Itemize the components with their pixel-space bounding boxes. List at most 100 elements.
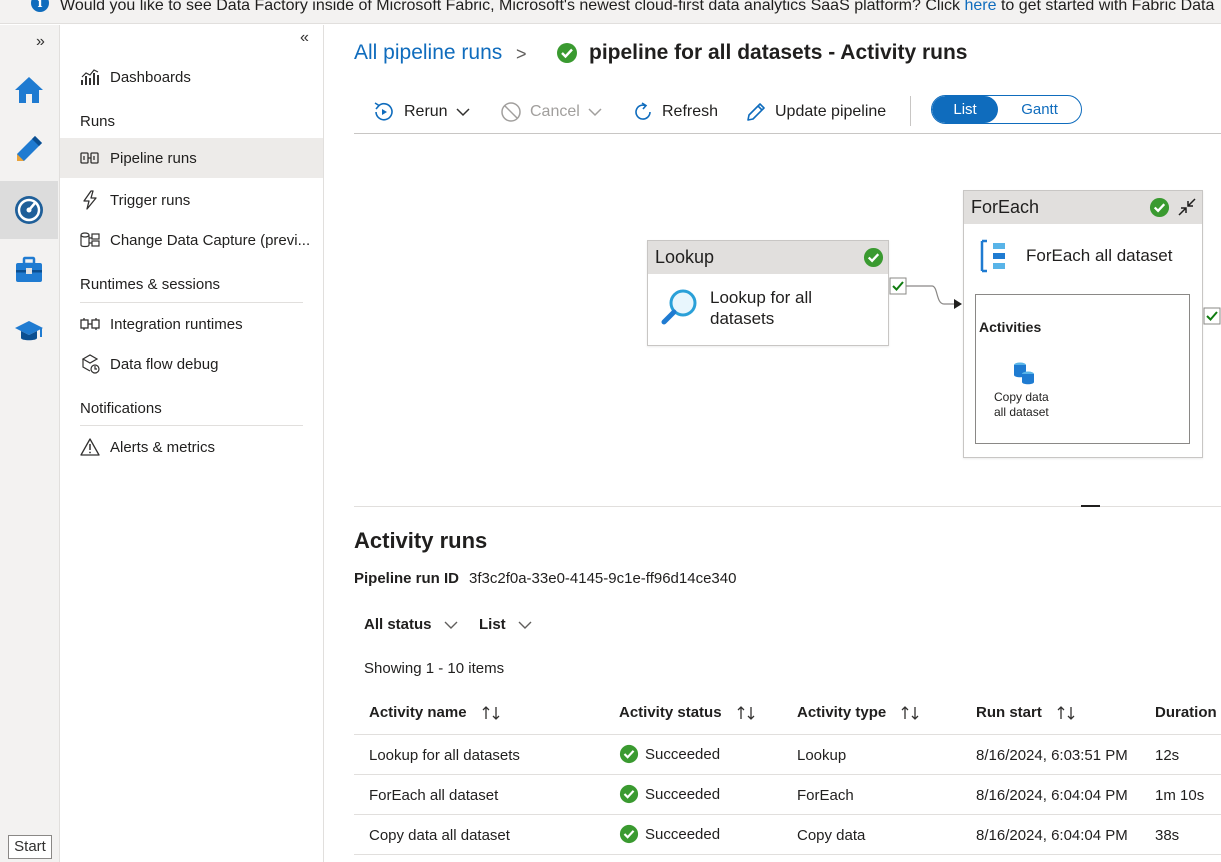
- view-list-toggle[interactable]: List: [932, 96, 999, 123]
- update-pipeline-label: Update pipeline: [775, 103, 887, 120]
- banner-here-link[interactable]: here: [964, 0, 996, 14]
- resize-handle[interactable]: [1081, 505, 1100, 507]
- column-label: Duration: [1155, 704, 1217, 721]
- foreach-inner-activities: Activities: [975, 294, 1190, 444]
- toolbar-divider: [910, 96, 911, 126]
- cell-activity-name[interactable]: ForEach all dataset: [369, 787, 498, 804]
- refresh-label: Refresh: [662, 103, 719, 120]
- collapse-node-icon[interactable]: [1177, 197, 1197, 217]
- cell-activity-status: Succeeded: [619, 824, 720, 844]
- success-port-icon[interactable]: [889, 277, 907, 295]
- rerun-label: Rerun: [404, 103, 448, 120]
- fabric-banner: i Would you like to see Data Factory ins…: [0, 0, 1221, 24]
- view-filter-label: List: [479, 616, 506, 633]
- pipeline-run-id-value: 3f3c2f0a-33e0-4145-9c1e-ff96d14ce340: [469, 570, 737, 587]
- column-header-activity-type[interactable]: Activity type: [797, 704, 920, 721]
- refresh-icon: [635, 102, 651, 120]
- lookup-node-title: Lookup: [655, 247, 715, 267]
- foreach-node-label: ForEach all dataset: [1026, 246, 1173, 265]
- sort-icon: [482, 705, 500, 720]
- activity-runs-title: Activity runs: [354, 528, 488, 553]
- column-header-duration[interactable]: Duration: [1155, 704, 1217, 721]
- copy-data-label-line1: Copy data: [994, 390, 1049, 404]
- menu-item-pipeline-runs[interactable]: Pipeline runs: [60, 138, 323, 178]
- data-flow-debug-icon: [80, 354, 100, 374]
- warning-icon: [80, 437, 100, 457]
- table-divider: [354, 854, 1221, 855]
- rerun-icon: [374, 102, 393, 121]
- graduation-cap-icon[interactable]: [0, 302, 58, 360]
- success-check-icon: [1149, 197, 1170, 218]
- sort-icon: [901, 705, 919, 720]
- menu-label-integration-runtimes: Integration runtimes: [110, 315, 243, 333]
- cell-activity-name[interactable]: Lookup for all datasets: [369, 747, 520, 764]
- cell-run-start: 8/16/2024, 6:03:51 PM: [976, 747, 1128, 764]
- menu-label-data-flow-debug: Data flow debug: [110, 355, 219, 373]
- pencil-icon[interactable]: [0, 120, 58, 178]
- menu-item-integration-runtimes[interactable]: Integration runtimes: [60, 304, 323, 344]
- info-icon: i: [31, 0, 49, 12]
- rerun-button[interactable]: Rerun: [372, 90, 470, 134]
- dashboard-icon: [80, 67, 100, 87]
- pipeline-runs-icon: [80, 148, 100, 168]
- lookup-search-icon: [661, 289, 697, 325]
- menu-divider: [80, 302, 303, 303]
- view-filter-dropdown[interactable]: List: [479, 616, 532, 633]
- copy-data-label-line2: all dataset: [994, 405, 1049, 419]
- change-data-capture-icon: [80, 230, 100, 250]
- menu-item-alerts-metrics[interactable]: Alerts & metrics: [60, 427, 323, 467]
- monitor-icon[interactable]: [0, 181, 58, 239]
- menu-label-cdc: Change Data Capture (previ...: [110, 231, 311, 249]
- column-header-activity-status[interactable]: Activity status: [619, 704, 756, 721]
- breadcrumb-separator: >: [516, 44, 527, 64]
- menu-item-change-data-capture[interactable]: Change Data Capture (previ...: [60, 220, 323, 260]
- start-button[interactable]: Start: [8, 835, 52, 859]
- view-gantt-toggle[interactable]: Gantt: [998, 96, 1081, 123]
- cancel-button[interactable]: Cancel: [500, 90, 602, 134]
- menu-divider: [80, 425, 303, 426]
- lightning-icon: [80, 190, 100, 210]
- section-runtimes: Runtimes & sessions: [80, 276, 221, 293]
- cell-activity-type: Lookup: [797, 747, 847, 764]
- column-label: Run start: [976, 704, 1042, 721]
- home-icon[interactable]: [0, 61, 58, 119]
- collapse-menu-icon[interactable]: «: [300, 29, 309, 47]
- success-port-icon[interactable]: [1203, 307, 1221, 325]
- breadcrumb-all-pipeline-runs[interactable]: All pipeline runs: [354, 41, 502, 65]
- expand-rail-icon[interactable]: »: [36, 33, 45, 51]
- copy-data-icon[interactable]: [1011, 360, 1037, 386]
- column-label: Activity status: [619, 704, 722, 721]
- menu-label-alerts-metrics: Alerts & metrics: [110, 438, 216, 456]
- cell-duration: 1m 10s: [1155, 787, 1205, 804]
- toolbox-icon[interactable]: [0, 241, 58, 299]
- sort-icon: [737, 705, 755, 720]
- cell-run-start: 8/16/2024, 6:04:04 PM: [976, 787, 1128, 804]
- update-pipeline-button[interactable]: Update pipeline: [745, 90, 886, 134]
- column-header-activity-name[interactable]: Activity name: [369, 704, 501, 721]
- cell-duration: 38s: [1155, 827, 1180, 844]
- column-header-run-start[interactable]: Run start: [976, 704, 1076, 721]
- status-filter-label: All status: [364, 616, 432, 633]
- section-runs: Runs: [80, 113, 116, 130]
- view-toggle: List Gantt: [931, 95, 1082, 124]
- refresh-button[interactable]: Refresh: [632, 90, 718, 134]
- banner-message: Would you like to see Data Factory insid…: [60, 0, 1214, 15]
- menu-item-trigger-runs[interactable]: Trigger runs: [60, 180, 323, 220]
- status-filter-dropdown[interactable]: All status: [364, 616, 458, 633]
- edit-icon: [747, 103, 765, 121]
- cell-activity-name[interactable]: Copy data all dataset: [369, 827, 510, 844]
- table-divider: [354, 774, 1221, 775]
- sort-icon: [1057, 705, 1075, 720]
- menu-item-data-flow-debug[interactable]: Data flow debug: [60, 344, 323, 384]
- success-check-icon: [863, 247, 884, 268]
- toolbar: Rerun Cancel Refresh Update pipeline: [354, 90, 1221, 134]
- status-text: Succeeded: [645, 785, 721, 803]
- success-check-icon: [556, 42, 578, 69]
- lookup-node-header: Lookup: [648, 241, 888, 274]
- status-text: Succeeded: [645, 745, 721, 763]
- menu-label-trigger-runs: Trigger runs: [110, 191, 191, 209]
- cancel-icon: [501, 102, 521, 122]
- menu-item-dashboards[interactable]: Dashboards: [60, 57, 323, 97]
- left-rail: »: [0, 25, 60, 862]
- section-notifications: Notifications: [80, 400, 162, 417]
